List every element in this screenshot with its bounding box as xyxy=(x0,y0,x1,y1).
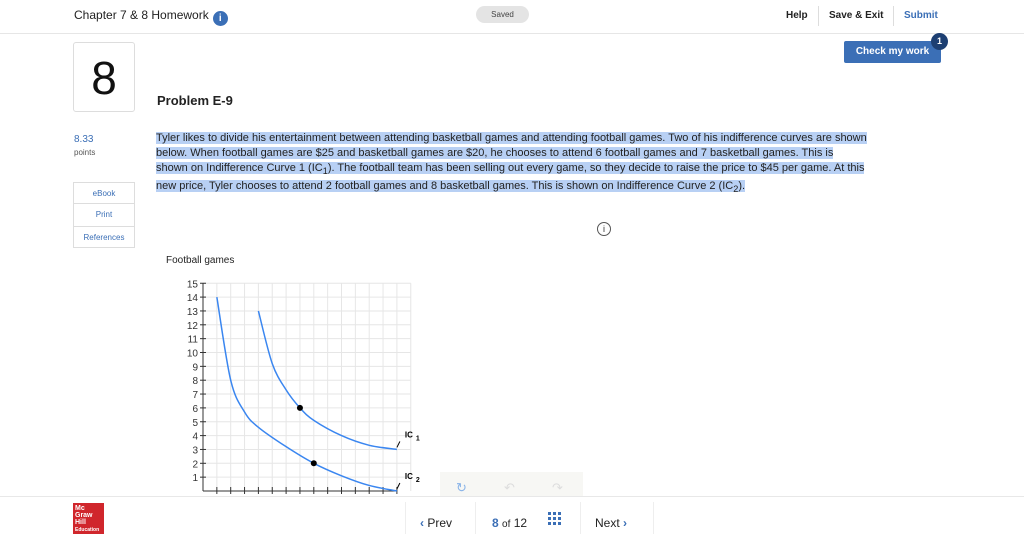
divider xyxy=(580,502,581,534)
print-button[interactable]: Print xyxy=(73,204,135,228)
of-label: of xyxy=(502,519,511,530)
divider xyxy=(653,502,654,534)
y-tick-label: 11 xyxy=(188,335,199,346)
references-button[interactable]: References xyxy=(73,226,135,248)
y-tick-label: 8 xyxy=(192,376,198,387)
assignment-title: Chapter 7 & 8 Homework i xyxy=(74,8,228,26)
chevron-right-icon: › xyxy=(623,516,628,530)
problem-text: Tyler likes to divide his entertainment … xyxy=(156,131,868,197)
y-tick-label: 15 xyxy=(187,279,199,290)
y-tick-label: 14 xyxy=(187,293,199,304)
saved-status: Saved xyxy=(476,6,529,23)
check-my-work-button[interactable]: Check my work xyxy=(844,41,941,63)
indifference-chart: 15 14 13 12 11 10 9 8 7 6 5 4 3 2 1 IC 1 IC 2 xyxy=(187,279,420,494)
y-tick-label: 1 xyxy=(192,473,198,484)
curve-label-ic2: IC 2 xyxy=(405,472,420,484)
divider xyxy=(893,6,894,26)
y-tick-label: 5 xyxy=(192,418,198,429)
current-page: 8 xyxy=(492,516,499,530)
divider xyxy=(405,502,406,534)
point-ic1 xyxy=(296,404,303,411)
submit-button[interactable]: Submit xyxy=(904,10,938,21)
divider xyxy=(818,6,819,26)
page-indicator[interactable]: 8 of 12 xyxy=(492,516,527,530)
y-tick-label: 13 xyxy=(187,307,199,318)
save-exit-button[interactable]: Save & Exit xyxy=(829,10,883,21)
prev-button[interactable]: ‹ Prev xyxy=(420,516,452,530)
grid-icon[interactable] xyxy=(548,512,561,525)
text-part: ). xyxy=(738,180,746,193)
graph-tools: ↻ ↶ ↷ xyxy=(440,472,583,496)
ebook-button[interactable]: eBook xyxy=(73,182,135,204)
check-count-badge: 1 xyxy=(931,33,948,50)
y-tick-label: 7 xyxy=(192,390,198,401)
y-tick-label: 4 xyxy=(192,432,198,443)
info-circle-icon[interactable]: i xyxy=(597,222,611,236)
y-tick-label: 6 xyxy=(192,404,198,415)
title-text: Chapter 7 & 8 Homework xyxy=(74,8,209,22)
points-value: 8.33 xyxy=(74,134,94,145)
y-axis-label: Football games xyxy=(166,255,235,266)
next-label: Next xyxy=(595,516,620,530)
divider xyxy=(475,502,476,534)
point-ic2 xyxy=(310,460,317,467)
total-pages: 12 xyxy=(513,516,528,530)
prev-label: Prev xyxy=(427,516,453,530)
y-tick-label: 2 xyxy=(192,459,198,470)
y-tick-label: 10 xyxy=(187,349,199,360)
help-button[interactable]: Help xyxy=(786,10,808,21)
info-icon[interactable]: i xyxy=(212,11,228,26)
points-label: points xyxy=(74,148,96,157)
curve-label-ic1: IC 1 xyxy=(405,430,420,442)
redo-icon[interactable]: ↷ xyxy=(552,480,563,496)
chevron-left-icon: ‹ xyxy=(420,516,424,530)
question-number: 8 xyxy=(73,42,135,112)
reset-icon[interactable]: ↻ xyxy=(456,480,467,496)
problem-title: Problem E-9 xyxy=(157,93,233,108)
y-tick-label: 12 xyxy=(187,321,199,332)
undo-icon[interactable]: ↶ xyxy=(504,480,515,496)
next-button[interactable]: Next › xyxy=(595,516,627,530)
y-tick-label: 9 xyxy=(192,362,198,373)
mcgraw-hill-logo: Mc Graw Hill Education xyxy=(73,503,104,534)
y-tick-label: 3 xyxy=(192,445,198,456)
